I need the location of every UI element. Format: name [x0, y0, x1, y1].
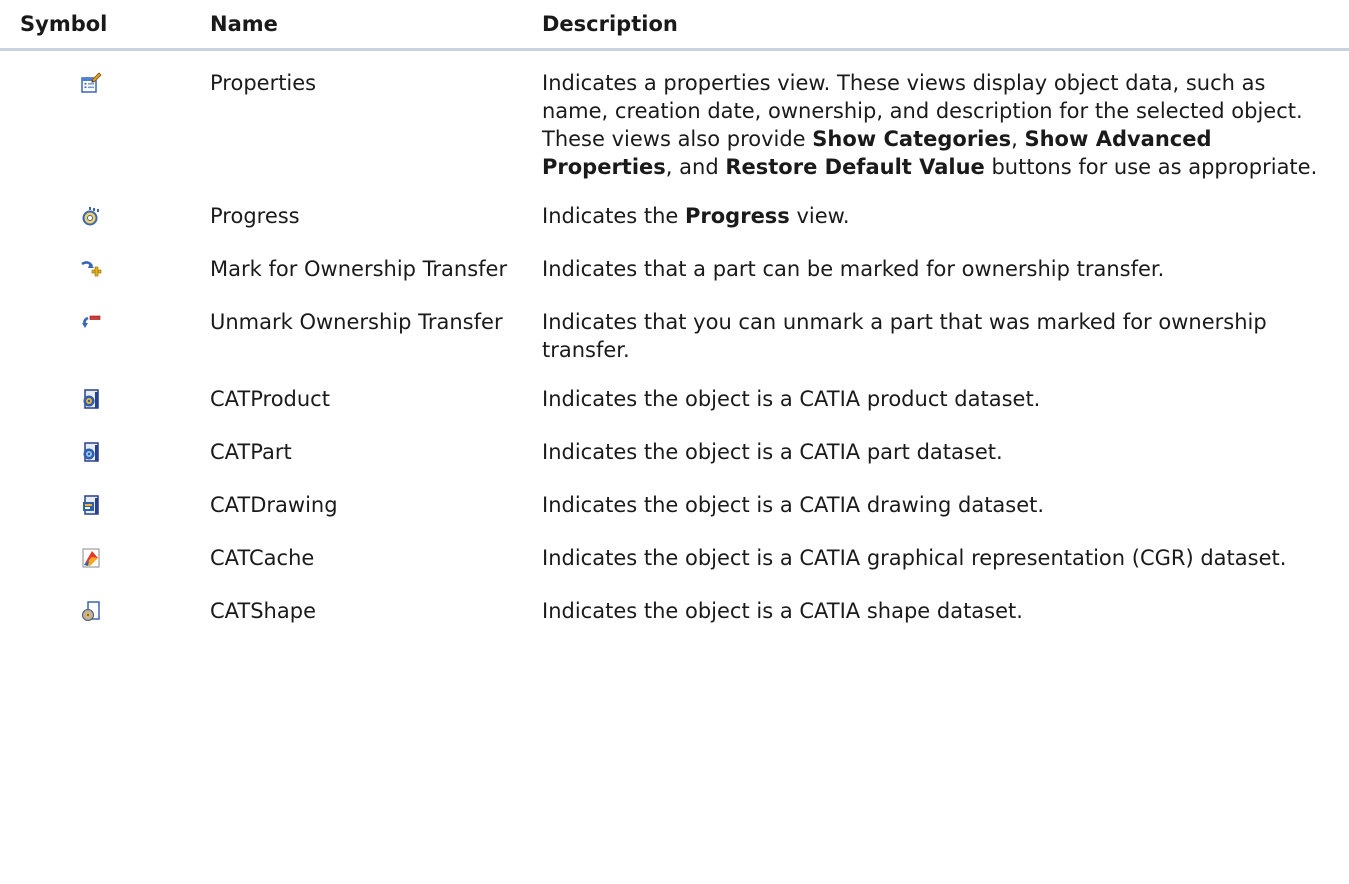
properties-icon: [80, 72, 102, 94]
restore-default-value-term: Restore Default Value: [725, 155, 985, 179]
table-body: Properties Indicates a properties view. …: [0, 50, 1349, 635]
description-cell: Indicates the object is a CATIA drawing …: [542, 493, 1045, 517]
description-text: ,: [1011, 127, 1025, 151]
table-header: Symbol Name Description: [0, 0, 1349, 51]
name-cell: CATProduct: [210, 387, 330, 411]
symbol-cell: [0, 292, 190, 369]
description-text: buttons for use as appropriate.: [984, 155, 1318, 179]
symbol-cell: [0, 475, 190, 528]
name-cell: Progress: [210, 204, 300, 228]
table-row: Progress Indicates the Progress view.: [0, 186, 1349, 239]
description-cell: Indicates the object is a CATIA product …: [542, 387, 1041, 411]
symbol-cell: [0, 186, 190, 239]
symbol-cell: [0, 369, 190, 422]
show-categories-term: Show Categories: [812, 127, 1012, 151]
name-cell: Properties: [210, 71, 317, 95]
name-cell: CATDrawing: [210, 493, 338, 517]
symbol-column-header: Symbol: [0, 0, 190, 51]
description-cell: Indicates a properties view. These views…: [530, 50, 1349, 187]
catcache-icon: [80, 547, 102, 569]
table-row: CATProduct Indicates the object is a CAT…: [0, 369, 1349, 422]
description-column-header: Description: [530, 0, 1349, 51]
catproduct-icon: [80, 388, 102, 410]
name-cell: Mark for Ownership Transfer: [210, 257, 508, 281]
symbol-cell: [0, 239, 190, 292]
catpart-icon: [80, 441, 102, 463]
table-row: Mark for Ownership Transfer Indicates th…: [0, 239, 1349, 292]
table-row: CATDrawing Indicates the object is a CAT…: [0, 475, 1349, 528]
catdrawing-icon: [80, 494, 102, 516]
description-text: Indicates the: [542, 204, 685, 228]
table-row: CATPart Indicates the object is a CATIA …: [0, 422, 1349, 475]
description-cell: Indicates that a part can be marked for …: [542, 257, 1165, 281]
unmark-ownership-transfer-icon: [80, 311, 102, 333]
table-row: Unmark Ownership Transfer Indicates that…: [0, 292, 1349, 369]
name-cell: Unmark Ownership Transfer: [210, 310, 503, 334]
catshape-icon: [80, 600, 102, 622]
description-cell: Indicates the object is a CATIA graphica…: [542, 546, 1287, 570]
name-cell: CATCache: [210, 546, 315, 570]
progress-icon: [80, 205, 102, 227]
table-row: CATShape Indicates the object is a CATIA…: [0, 581, 1349, 634]
symbol-cell: [0, 422, 190, 475]
description-cell: Indicates the object is a CATIA shape da…: [542, 599, 1023, 623]
description-cell: Indicates that you can unmark a part tha…: [542, 310, 1267, 362]
description-text: , and: [665, 155, 726, 179]
name-cell: CATPart: [210, 440, 292, 464]
symbol-cell: [0, 50, 190, 187]
description-cell: Indicates the object is a CATIA part dat…: [542, 440, 1003, 464]
symbols-table: Symbol Name Description Properties Indic…: [0, 0, 1349, 634]
table-row: CATCache Indicates the object is a CATIA…: [0, 528, 1349, 581]
symbol-cell: [0, 581, 190, 634]
name-column-header: Name: [190, 0, 530, 51]
table-row: Properties Indicates a properties view. …: [0, 50, 1349, 187]
description-text: view.: [789, 204, 850, 228]
symbol-cell: [0, 528, 190, 581]
progress-term: Progress: [685, 204, 790, 228]
description-cell: Indicates the Progress view.: [530, 186, 1349, 239]
name-cell: CATShape: [210, 599, 316, 623]
mark-ownership-transfer-icon: [80, 258, 102, 280]
header-row: Symbol Name Description: [0, 0, 1349, 51]
